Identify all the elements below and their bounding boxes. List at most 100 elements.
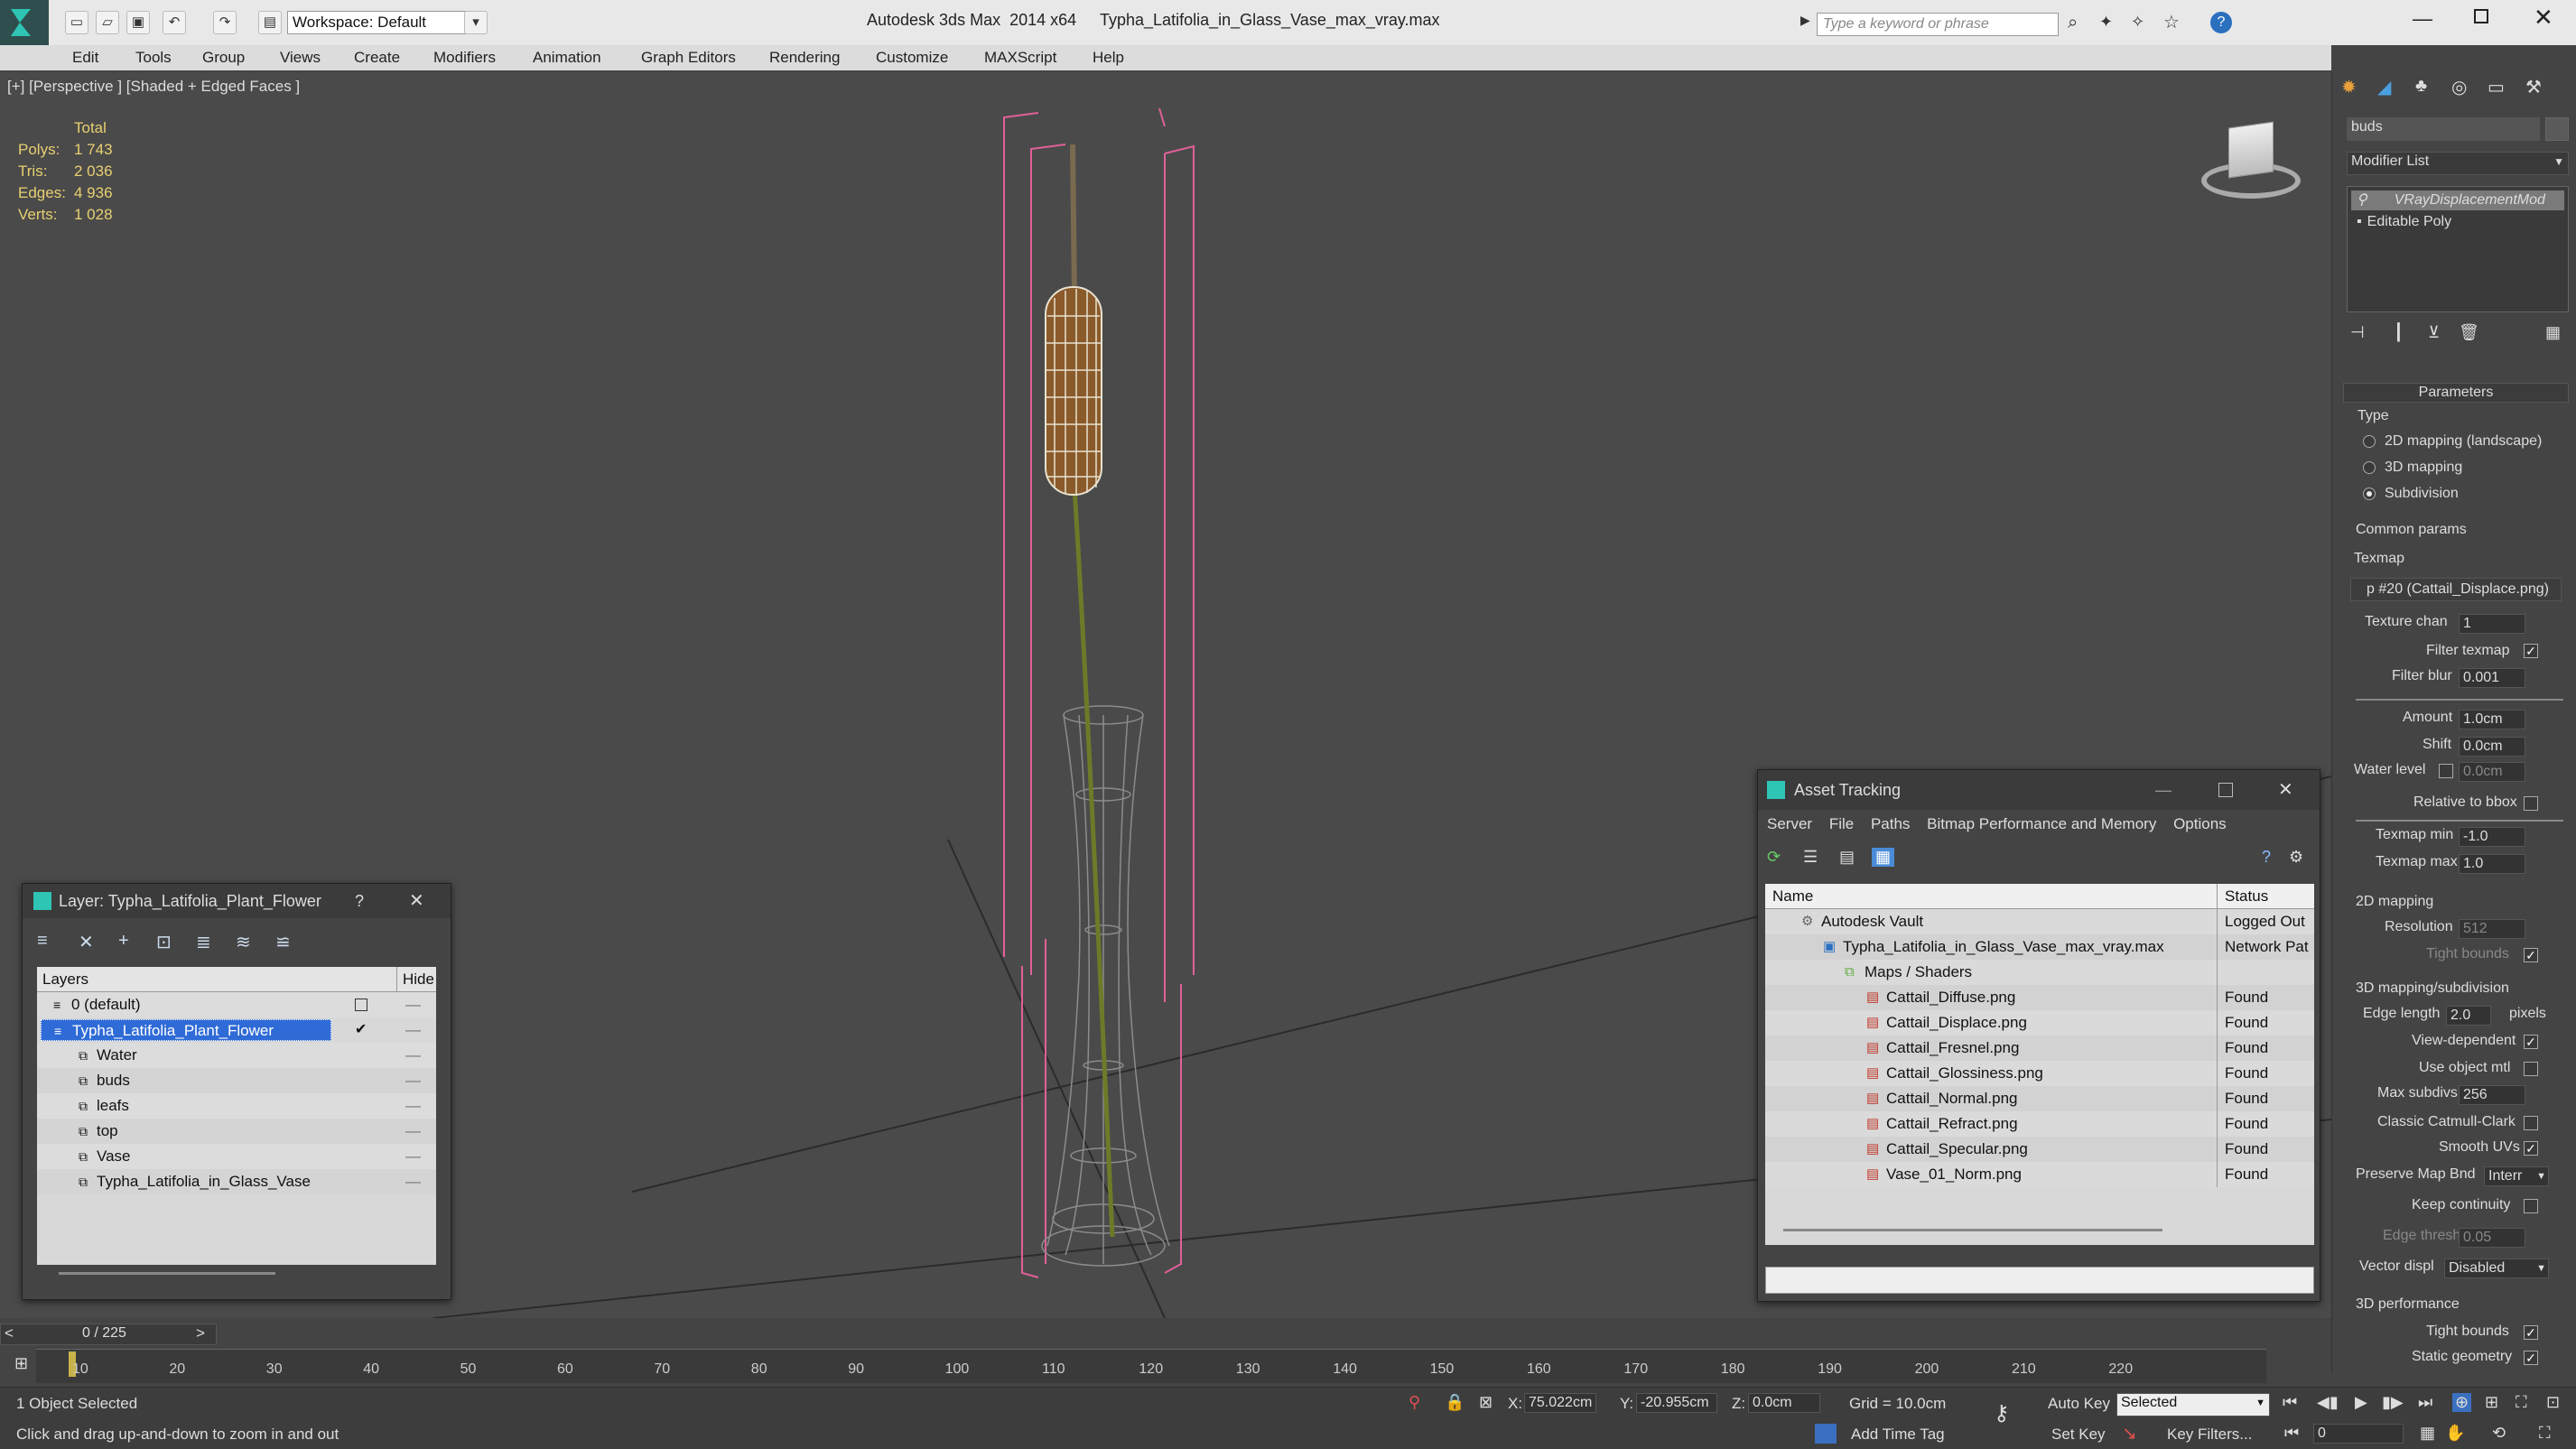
max-subdivs-spinner[interactable]: 256 — [2459, 1085, 2525, 1105]
next-key-icon[interactable]: ▮▶ — [2382, 1393, 2404, 1412]
layer-list[interactable]: Layers Hide ≡ 0 (default) — ≡ Typha_Latifoli… — [37, 967, 436, 1265]
zoom-extents-icon[interactable]: ⛶ — [2516, 1393, 2527, 1412]
asset-menu-server[interactable]: Server — [1767, 815, 1812, 832]
next-frame-icon[interactable]: > — [196, 1324, 205, 1342]
search-input[interactable]: Type a keyword or phrase — [1817, 13, 2059, 36]
object-name-field[interactable]: buds — [2347, 117, 2540, 141]
create-layer-icon[interactable]: ≡ — [37, 931, 48, 952]
lightbulb-icon[interactable]: ⚲ — [2357, 192, 2367, 208]
layer-row[interactable]: ≡ Typha_Latifolia_Plant_Flower ✔ — — [37, 1017, 436, 1043]
menu-edit[interactable]: Edit — [72, 45, 98, 70]
viewcube-box[interactable] — [2228, 121, 2274, 179]
object-color-swatch[interactable] — [2545, 117, 2569, 141]
minimize-icon[interactable]: — — [2155, 770, 2171, 810]
prev-key-icon[interactable]: ◀▮ — [2317, 1393, 2339, 1412]
remove-modifier-icon[interactable]: 🗑 — [2459, 323, 2479, 342]
static-geometry-checkbox[interactable]: ✓ — [2524, 1351, 2538, 1365]
pin-icon[interactable]: ⚲ — [1409, 1393, 1420, 1412]
stack-item-editable-poly[interactable]: ▪ Editable Poly — [2351, 212, 2451, 232]
add-time-tag[interactable]: Add Time Tag — [1851, 1426, 1945, 1444]
menu-tools[interactable]: Tools — [135, 45, 172, 70]
shift-spinner[interactable]: 0.0cm — [2459, 737, 2525, 757]
y-coordinate-field[interactable]: -20.955cm — [1636, 1393, 1717, 1413]
make-unique-icon[interactable]: ⊻ — [2428, 323, 2440, 342]
transform-mode-icon[interactable]: ⊠ — [1479, 1393, 1493, 1412]
preserve-map-dropdown[interactable]: Interr ▼ — [2484, 1166, 2549, 1186]
maximize-viewport-icon[interactable]: ⛶ — [2539, 1424, 2551, 1443]
layer-name-cell[interactable]: ≡ 0 (default) — [41, 994, 331, 1016]
key-mode-toggle-icon[interactable]: ⏮ — [2284, 1424, 2299, 1443]
layer-row[interactable]: ⧉ Typha_Latifolia_in_Glass_Vase — — [37, 1169, 436, 1194]
hide-toggle[interactable]: — — [405, 1144, 421, 1169]
menu-create[interactable]: Create — [354, 45, 400, 70]
vector-displ-dropdown[interactable]: Disabled ▼ — [2444, 1259, 2549, 1278]
col-status[interactable]: Status — [2217, 884, 2268, 909]
auto-key-button[interactable]: Auto Key — [2048, 1395, 2110, 1413]
set-key-button[interactable]: Set Key — [2051, 1426, 2106, 1444]
asset-menu-file[interactable]: File — [1829, 815, 1854, 832]
layer-scrollbar[interactable] — [59, 1272, 275, 1275]
radio-subdivision[interactable] — [2363, 488, 2376, 500]
hide-toggle[interactable]: — — [405, 1017, 421, 1043]
asset-window-titlebar[interactable]: Asset Tracking — ✕ — [1758, 770, 2320, 810]
refresh-icon[interactable]: ⟳ — [1767, 848, 1781, 867]
classic-catmull-checkbox[interactable] — [2524, 1116, 2538, 1130]
help-icon[interactable]: ? — [355, 884, 364, 918]
show-end-result-icon[interactable]: ┃ — [2394, 323, 2404, 342]
use-object-mtl-checkbox[interactable] — [2524, 1062, 2538, 1076]
delete-layer-icon[interactable]: ✕ — [79, 931, 94, 953]
mini-curve-icon[interactable]: ⊞ — [14, 1354, 28, 1373]
asset-row[interactable]: ▤ Cattail_Fresnel.png Found — [1765, 1036, 2314, 1061]
asset-row[interactable]: ▤ Cattail_Glossiness.png Found — [1765, 1061, 2314, 1086]
keep-continuity-checkbox[interactable] — [2524, 1199, 2538, 1213]
hide-all-icon[interactable]: ≋ — [236, 931, 251, 953]
settings-icon[interactable]: ⚙ — [2289, 848, 2303, 867]
menu-help[interactable]: Help — [1093, 45, 1124, 70]
tree-view-icon[interactable]: ▤ — [1839, 848, 1855, 867]
asset-table[interactable]: Name Status ⚙ Autodesk Vault Logged Out ▣ Ty… — [1765, 884, 2314, 1245]
relative-bbox-checkbox[interactable] — [2524, 796, 2538, 811]
layer-name-cell[interactable]: ≡ Typha_Latifolia_Plant_Flower — [41, 1019, 331, 1041]
x-coordinate-field[interactable]: 75.022cm — [1524, 1393, 1596, 1413]
texmap-button[interactable]: p #20 (Cattail_Displace.png) — [2350, 578, 2562, 601]
play-icon[interactable]: ▶ — [2355, 1393, 2367, 1412]
active-layer-box[interactable] — [355, 999, 367, 1011]
menu-graph-editors[interactable]: Graph Editors — [641, 45, 736, 70]
help-icon[interactable]: ? — [2262, 848, 2271, 867]
smooth-uvs-checkbox[interactable]: ✓ — [2524, 1141, 2538, 1156]
asset-row[interactable]: ▤ Cattail_Diffuse.png Found — [1765, 985, 2314, 1010]
asset-menu-options[interactable]: Options — [2173, 815, 2227, 832]
modify-tab-icon[interactable]: ◢ — [2377, 76, 2391, 98]
layer-name-cell[interactable]: ⧉ Water — [41, 1045, 331, 1066]
layer-row[interactable]: ⧉ Vase — — [37, 1144, 436, 1169]
motion-tab-icon[interactable]: ◎ — [2451, 76, 2467, 98]
stack-item-vray[interactable]: ⚲ VRayDisplacementMod — [2351, 190, 2564, 210]
utilities-tab-icon[interactable]: ⚒ — [2525, 76, 2542, 98]
tight-bounds-checkbox[interactable]: ✓ — [2524, 948, 2538, 962]
menu-customize[interactable]: Customize — [876, 45, 948, 70]
hide-toggle[interactable]: — — [405, 1169, 421, 1194]
layer-name-cell[interactable]: ⧉ Vase — [41, 1146, 331, 1167]
time-slider[interactable]: < 0 / 225 > — [0, 1324, 217, 1345]
zoom-all-icon[interactable]: ⊞ — [2485, 1393, 2498, 1412]
radio-2d-mapping[interactable] — [2363, 435, 2376, 448]
layer-manager-window[interactable]: Layer: Typha_Latifolia_Plant_Flower ? ✕ … — [22, 883, 451, 1300]
menu-maxscript[interactable]: MAXScript — [984, 45, 1056, 70]
asset-menu-paths[interactable]: Paths — [1871, 815, 1910, 832]
viewcube[interactable] — [2201, 116, 2301, 206]
filter-blur-spinner[interactable]: 0.001 — [2459, 668, 2525, 688]
zoom-extents-all-icon[interactable]: ⊡ — [2546, 1393, 2560, 1412]
display-tab-icon[interactable]: ▭ — [2488, 76, 2505, 98]
texmap-max-spinner[interactable]: 1.0 — [2459, 854, 2525, 874]
add-time-tag-icon[interactable] — [1815, 1424, 1837, 1444]
radio-3d-mapping[interactable] — [2363, 461, 2376, 474]
hide-toggle[interactable]: — — [405, 1068, 421, 1093]
help-icon[interactable]: ? — [2210, 12, 2232, 33]
maximize-icon[interactable] — [2218, 783, 2233, 797]
water-level-checkbox[interactable] — [2439, 764, 2453, 778]
workspace-dropdown[interactable]: Workspace: Default ▼ — [287, 11, 486, 34]
layer-name-cell[interactable]: ⧉ top — [41, 1120, 331, 1142]
asset-row[interactable]: ▤ Cattail_Specular.png Found — [1765, 1137, 2314, 1162]
key-filters-button[interactable]: Key Filters... — [2167, 1426, 2252, 1444]
modifier-list-dropdown[interactable]: Modifier List ▼ — [2347, 152, 2569, 175]
